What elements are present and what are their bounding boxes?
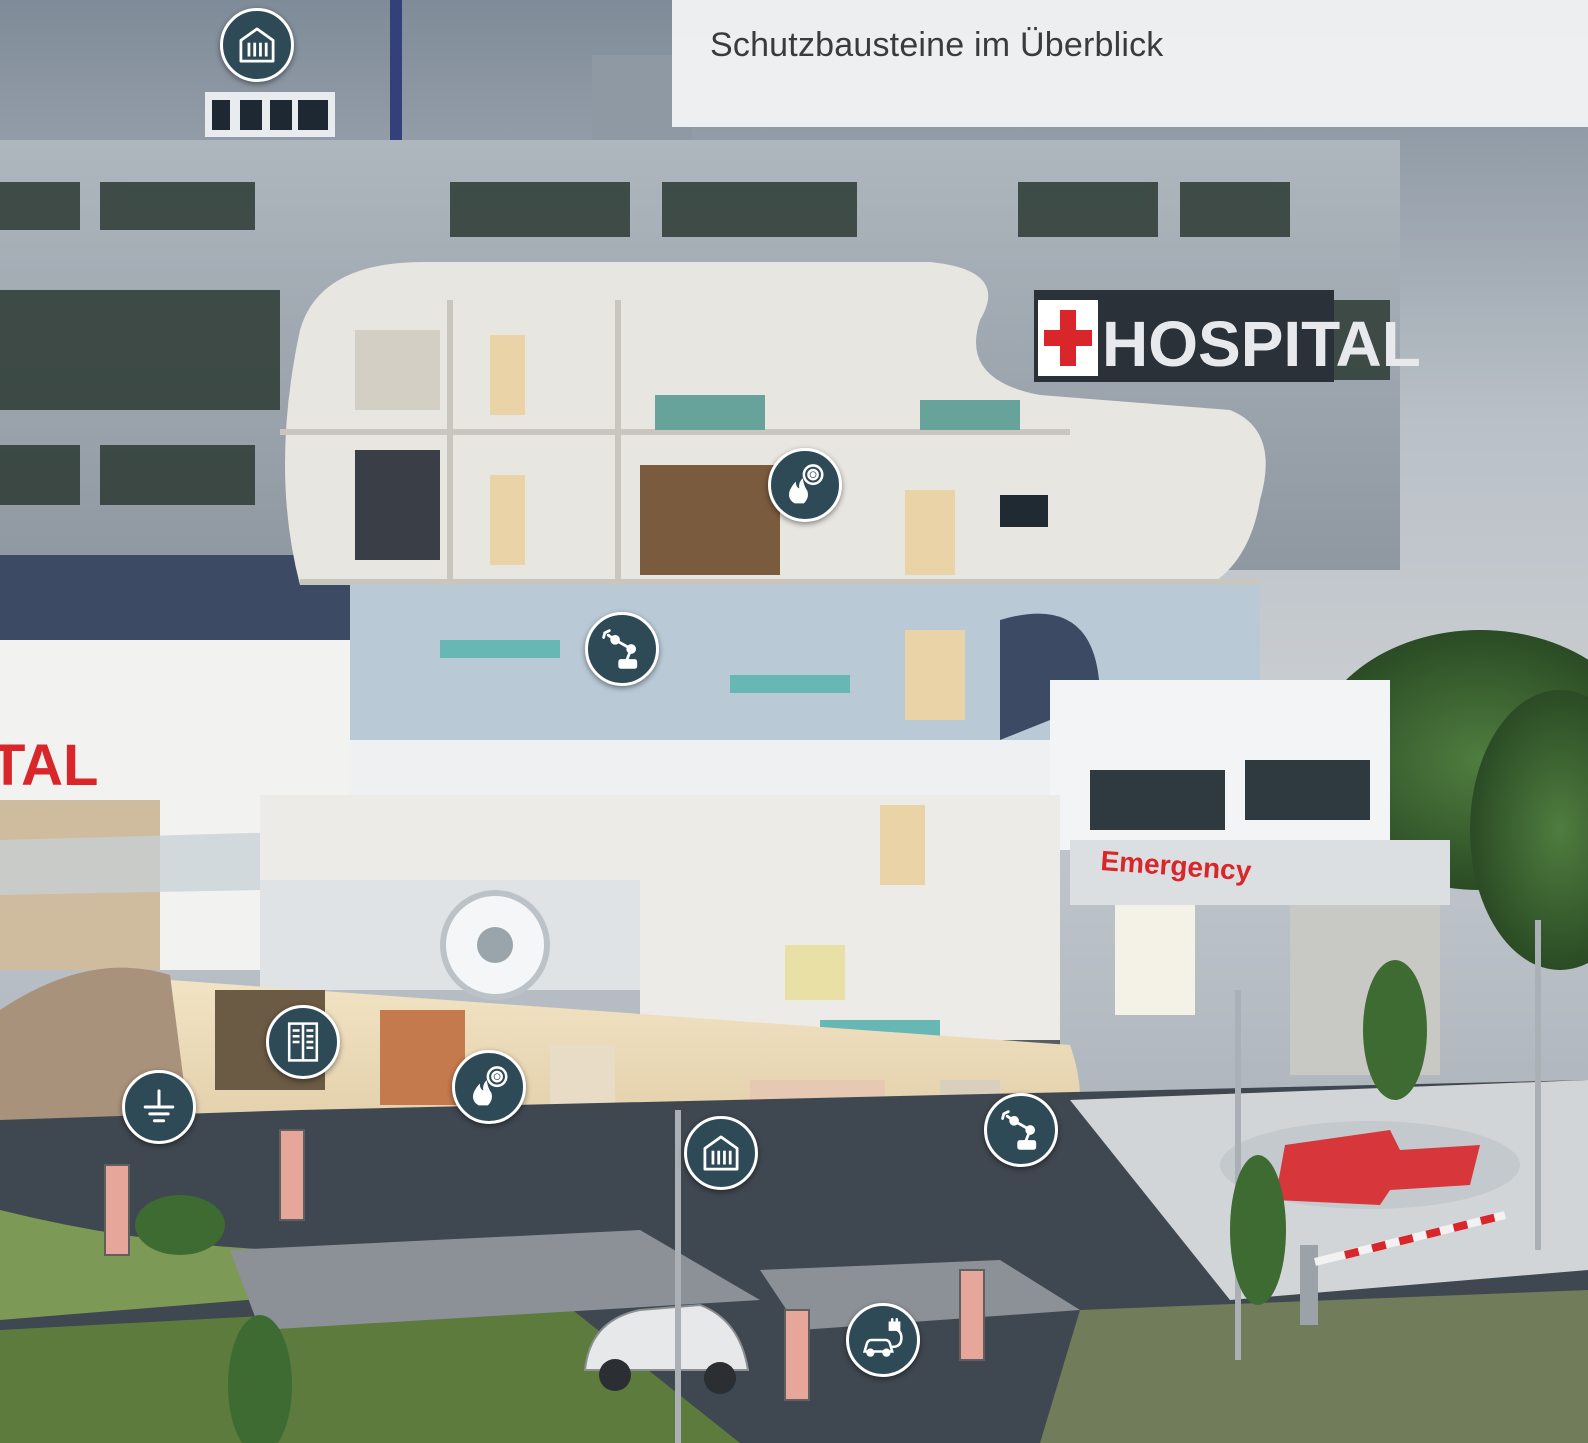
page-title: Schutzbausteine im Überblick [710, 26, 1164, 64]
fire-smoke-detector-icon [789, 464, 824, 504]
hotspot-basement-robot[interactable] [984, 1093, 1058, 1167]
hospital-fragment-text: TAL [0, 733, 98, 798]
hotspot-roof-heating[interactable] [220, 8, 294, 82]
radiator-icon [703, 1135, 739, 1171]
hospital-sign-text: HOSPITAL [1102, 308, 1421, 380]
hotspot-basement-cabinet[interactable] [266, 1005, 340, 1079]
radiator-icon [239, 27, 275, 63]
fire-smoke-detector-icon [473, 1066, 508, 1106]
hotspot-floor-fire[interactable] [768, 448, 842, 522]
ground-icon [143, 1089, 175, 1123]
hotspot-or-robot[interactable] [585, 612, 659, 686]
hospital-cutaway-illustration: HOSPITAL Emergency TAL [0, 0, 1588, 1443]
hotspot-basement-fire[interactable] [452, 1050, 526, 1124]
hotspot-grounding[interactable] [122, 1070, 196, 1144]
ev-charging-icon [862, 1318, 903, 1357]
robot-arm-icon [602, 629, 638, 669]
hotspot-ev-charging[interactable] [846, 1303, 920, 1377]
switch-cabinet-icon [287, 1022, 319, 1062]
robot-arm-icon [1001, 1110, 1037, 1150]
title-panel: Schutzbausteine im Überblick [672, 0, 1588, 127]
hotspot-basement-heating[interactable] [684, 1116, 758, 1190]
